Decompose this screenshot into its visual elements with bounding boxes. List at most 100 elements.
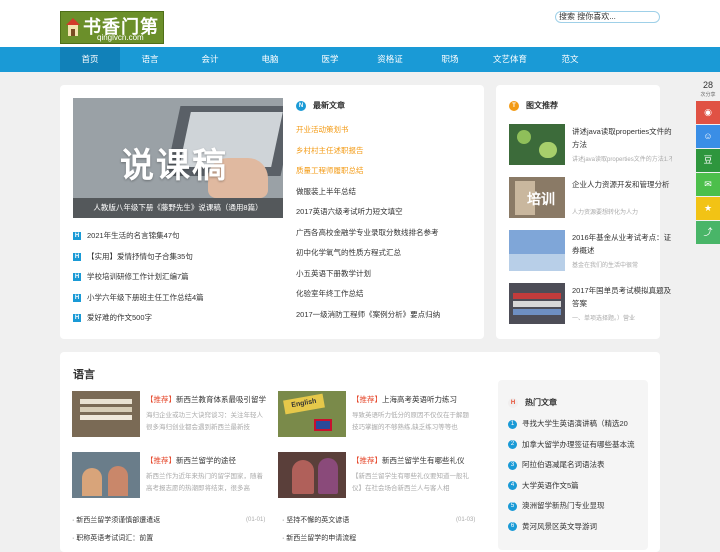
pic-thumb-3[interactable] xyxy=(509,230,565,271)
latest-item[interactable]: 小五英语下册教学计划 xyxy=(296,268,476,289)
latest-list: 开业活动策划书 乡村村主任述职报告 质量工程师履职总结 做服装上半年总结 201… xyxy=(296,124,476,329)
book-shape xyxy=(80,407,132,412)
list-item-label: 小学六年级下册班主任工作总结4篇 xyxy=(87,292,204,302)
latest-item[interactable]: 做服装上半年总结 xyxy=(296,186,476,207)
latest-item[interactable]: 质量工程师履职总结 xyxy=(296,165,476,186)
latest-item[interactable]: 开业活动策划书 xyxy=(296,124,476,145)
pic-title-2[interactable]: 企业人力资源开发和管理分析 xyxy=(572,178,672,191)
nav-item-computer[interactable]: 电脑 xyxy=(240,47,300,72)
latest-item[interactable]: 化验室年终工作总结 xyxy=(296,288,476,309)
latest-heading-label: 最新文章 xyxy=(313,101,345,110)
pic-title-3[interactable]: 2016年基金从业考试考点：证券概述 xyxy=(572,231,672,257)
list-item-label: 【实用】爱情抒情句子合集35句 xyxy=(87,251,193,261)
bottom-item-title: 新西兰留学的申请流程 xyxy=(286,535,357,542)
leaf-shape xyxy=(539,142,557,158)
lang-title-4[interactable]: 【推荐】新西兰留学生有哪些礼仪 xyxy=(352,455,502,466)
hot-item[interactable]: 5 澳洲留学新热门专业显现 xyxy=(508,500,648,521)
list-item-label: 2021年生活的名言锦集47句 xyxy=(87,231,180,240)
pic-title-4[interactable]: 2017年国单员考试模拟真题及答案 xyxy=(572,284,672,310)
list-item[interactable]: H 爱好难的作文500字 xyxy=(73,312,283,333)
book-shape xyxy=(513,309,561,315)
lang-desc-3: 新西兰作为近年来热门的留学国家，随着高考报志愿的热潮即将结束，很多高 xyxy=(146,473,263,492)
person-shape xyxy=(292,460,314,494)
nav-item-arts-sports[interactable]: 文艺体育 xyxy=(480,47,540,72)
person-shape xyxy=(318,458,338,494)
weibo-icon[interactable]: ◉ xyxy=(696,101,720,124)
latest-item[interactable]: 初中化学氧气的性质方程式汇总 xyxy=(296,247,476,268)
pics-heading: T 图文推荐 xyxy=(509,100,558,111)
logo-domain: qinglvcn.com xyxy=(97,33,144,42)
search-input[interactable]: 搜索 搜你喜欢... xyxy=(555,11,660,23)
bottom-item-title: 职称英语考试词汇：前置 xyxy=(76,535,154,542)
pic-thumb-4[interactable] xyxy=(509,283,565,324)
hot-item[interactable]: 4 大学英语作文5篇 xyxy=(508,480,648,501)
list-item[interactable]: H 2021年生活的名言锦集47句 xyxy=(73,230,283,251)
main-nav: 首页 语言 会计 电脑 医学 资格证 职场 文艺体育 范文 xyxy=(0,47,720,72)
h-icon: H xyxy=(73,252,81,261)
bottom-list-item[interactable]: · 新西兰留学须谨慎部遭遣返 xyxy=(72,515,160,525)
lang-desc-1: 海归企业或功三大诀窍谈习：关注年轻人很多海归创业都会遇到新西兰最新技 xyxy=(146,412,263,431)
pic-thumb-2[interactable]: 培训 xyxy=(509,177,565,218)
wechat-icon[interactable]: ✉ xyxy=(696,173,720,196)
bottom-item-date: (01-01) xyxy=(246,517,266,523)
lang-thumb-2[interactable]: English xyxy=(278,391,346,437)
cloud-shape xyxy=(509,254,565,271)
qzone-icon[interactable]: ★ xyxy=(696,197,720,220)
qq-icon[interactable]: ☺ xyxy=(696,125,720,148)
share-count: 28 次分享 xyxy=(696,80,720,100)
bullet-icon: 6 xyxy=(508,522,517,532)
latest-item[interactable]: 广西各高校金融学专业录取分数线排名参考 xyxy=(296,227,476,248)
hot-item[interactable]: 3 阿拉伯语减尾名词语法表 xyxy=(508,459,648,480)
lang-title-2[interactable]: 【推荐】上海高考英语听力练习 xyxy=(352,394,502,405)
nav-item-medicine[interactable]: 医学 xyxy=(300,47,360,72)
latest-item[interactable]: 乡村村主任述职报告 xyxy=(296,145,476,166)
lang-thumb-4[interactable] xyxy=(278,452,346,498)
nav-item-accounting[interactable]: 会计 xyxy=(180,47,240,72)
lang-desc-4: 【新西兰留学生有哪些礼仪要知道一般礼仪】在社会场合新西兰人与客人相 xyxy=(352,473,469,492)
recommend-tag: 【推荐】 xyxy=(352,456,382,465)
hero-image[interactable]: 说课稿 人教版八年级下册《藤野先生》说课稿（通用8篇） xyxy=(73,98,283,218)
h-icon: H xyxy=(73,273,81,282)
site-logo[interactable]: 书香门第 qinglvcn.com xyxy=(60,11,164,44)
latest-item[interactable]: 2017一级消防工程师《案例分析》要点归纳 xyxy=(296,309,476,330)
list-item[interactable]: H 小学六年级下册班主任工作总结4篇 xyxy=(73,292,283,313)
training-sign: 培训 xyxy=(527,191,555,207)
left-article-list: H 2021年生活的名言锦集47句 H 【实用】爱情抒情句子合集35句 H 学校培训研… xyxy=(73,230,283,333)
lang-title-text: 上海高考英语听力练习 xyxy=(382,395,457,404)
pic-title-1[interactable]: 讲述java读取properties文件的方法 xyxy=(572,125,672,151)
bottom-list-item[interactable]: · 坚持不懈的英文谚语 xyxy=(282,515,349,525)
lang-title-1[interactable]: 【推荐】新西兰教育体系最吸引留学 xyxy=(146,394,296,405)
hot-item[interactable]: 2 加拿大留学办理签证有哪些基本流 xyxy=(508,439,648,460)
t-icon: T xyxy=(509,100,519,111)
pic-thumb-1[interactable] xyxy=(509,124,565,165)
nav-item-language[interactable]: 语言 xyxy=(120,47,180,72)
nav-item-home[interactable]: 首页 xyxy=(60,47,120,72)
bullet-icon: 5 xyxy=(508,501,517,511)
hot-item-label: 大学英语作文5篇 xyxy=(522,480,579,490)
nav-item-templates[interactable]: 范文 xyxy=(540,47,600,72)
bottom-list-item[interactable]: · 职称英语考试词汇：前置 xyxy=(72,533,153,543)
hot-item[interactable]: 6 黄河风景区英文导游词 xyxy=(508,521,648,542)
list-item[interactable]: H 【实用】爱情抒情句子合集35句 xyxy=(73,251,283,272)
nav-item-workplace[interactable]: 职场 xyxy=(420,47,480,72)
list-item[interactable]: H 学校培训研修工作计划汇编7篇 xyxy=(73,271,283,292)
h-icon: H xyxy=(73,293,81,302)
lang-thumb-1[interactable] xyxy=(72,391,140,437)
hot-item[interactable]: 1 寻找大学生英语演讲稿（精选20 xyxy=(508,418,648,439)
douban-icon[interactable]: 豆 xyxy=(696,149,720,172)
bullet-icon: 3 xyxy=(508,460,517,470)
hot-list: 1 寻找大学生英语演讲稿（精选20 2 加拿大留学办理签证有哪些基本流 3 阿拉伯语减… xyxy=(508,418,648,541)
share-icon[interactable]: ⤴ xyxy=(696,221,720,244)
hero-caption[interactable]: 人教版八年级下册《藤野先生》说课稿（通用8篇） xyxy=(73,198,283,218)
nav-item-certificate[interactable]: 资格证 xyxy=(360,47,420,72)
lang-thumb-3[interactable] xyxy=(72,452,140,498)
top-header: 书香门第 qinglvcn.com 搜索 搜你喜欢... xyxy=(0,0,720,47)
n-icon: N xyxy=(296,100,306,111)
uk-flag xyxy=(314,419,332,431)
pic-sub-4: 一、单项选择题。）营业 xyxy=(572,316,636,322)
bottom-item-title: 新西兰留学须谨慎部遭遣返 xyxy=(76,517,161,524)
latest-item[interactable]: 2017英语六级考试听力短文填空 xyxy=(296,206,476,227)
lang-title-3[interactable]: 【推荐】新西兰留学的途径 xyxy=(146,455,296,466)
pics-heading-label: 图文推荐 xyxy=(526,101,558,110)
bottom-list-item[interactable]: · 新西兰留学的申请流程 xyxy=(282,533,356,543)
